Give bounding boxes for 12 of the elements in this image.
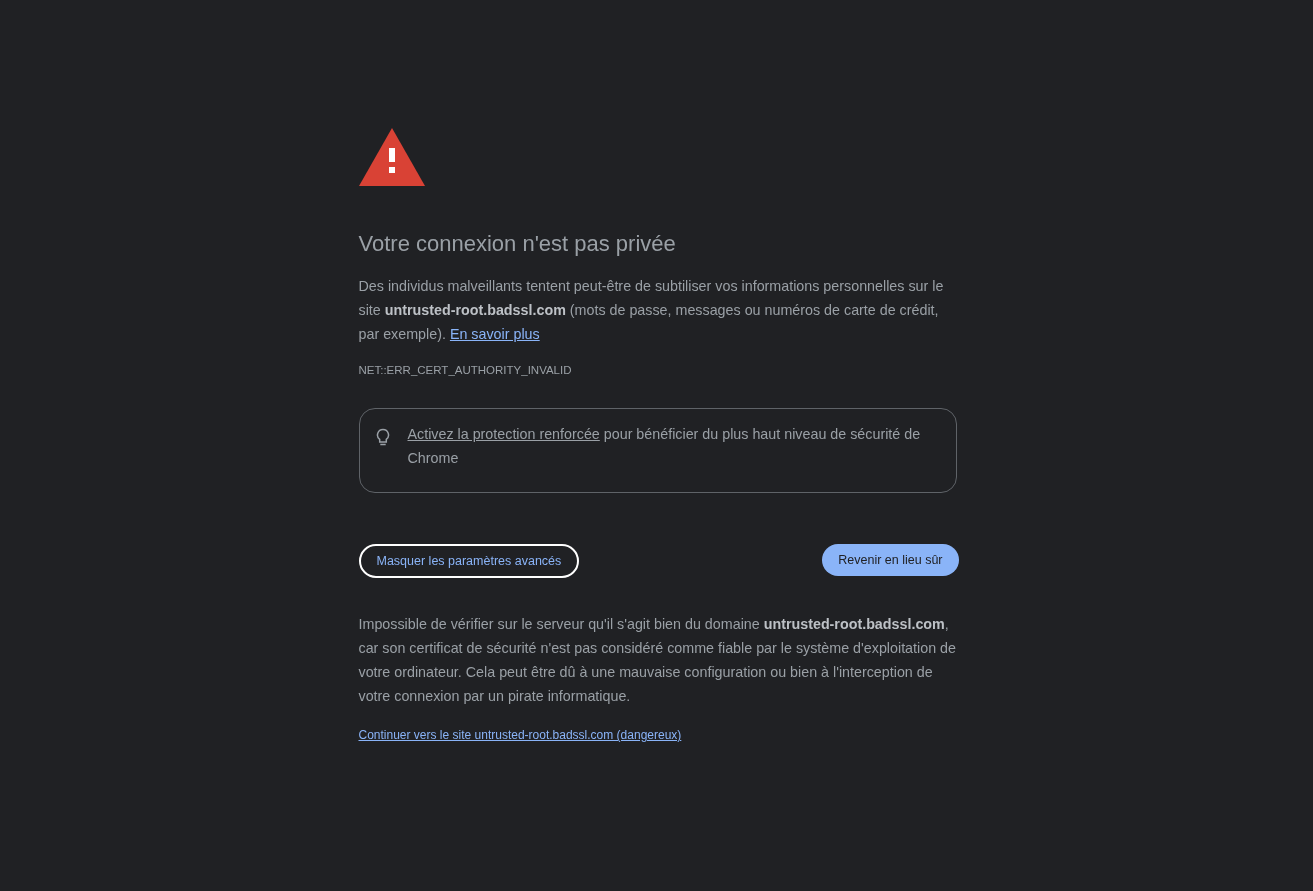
intro-paragraph: Des individus malveillants tentent peut-être de subtiliser vos informations personnelles sur le site untrusted-root.badssl.com (mots de passe, messages ou numéros de carte de crédit, par exemple). En savoir plus — [358, 277, 945, 344]
details-paragraph: Impossible de vérifier sur le serveur qu'il s'agit bien du domaine untrusted-root.badssl.com, car son certificat de sécurité n'est pas considéré comme fiable par le système d'exploitation de votre ordinateur. Cela peut être dû à une mauvaise configuration ou bien à l'interception de votre connexion par un pirate informatique. — [358, 615, 957, 706]
learn-more-link[interactable]: En savoir plus — [449, 326, 540, 342]
warning-icon — [358, 128, 425, 186]
back-to-safety-button[interactable]: Revenir en lieu sûr — [822, 544, 959, 576]
page-heading: Votre connexion n'est pas privée — [358, 230, 676, 258]
proceed-link[interactable]: Continuer vers le site untrusted-root.badssl.com (dangereux) — [358, 728, 682, 742]
advanced-settings-button[interactable]: Masquer les paramètres avancés — [358, 544, 580, 578]
enhanced-protection-link[interactable]: Activez la protection renforcée — [407, 426, 600, 442]
error-code: NET::ERR_CERT_AUTHORITY_INVALID — [358, 364, 572, 376]
tip-text: Activez la protection renforcée pour bénéficier du plus haut niveau de sécurité de Chrome — [407, 425, 922, 468]
lightbulb-icon — [375, 428, 390, 448]
